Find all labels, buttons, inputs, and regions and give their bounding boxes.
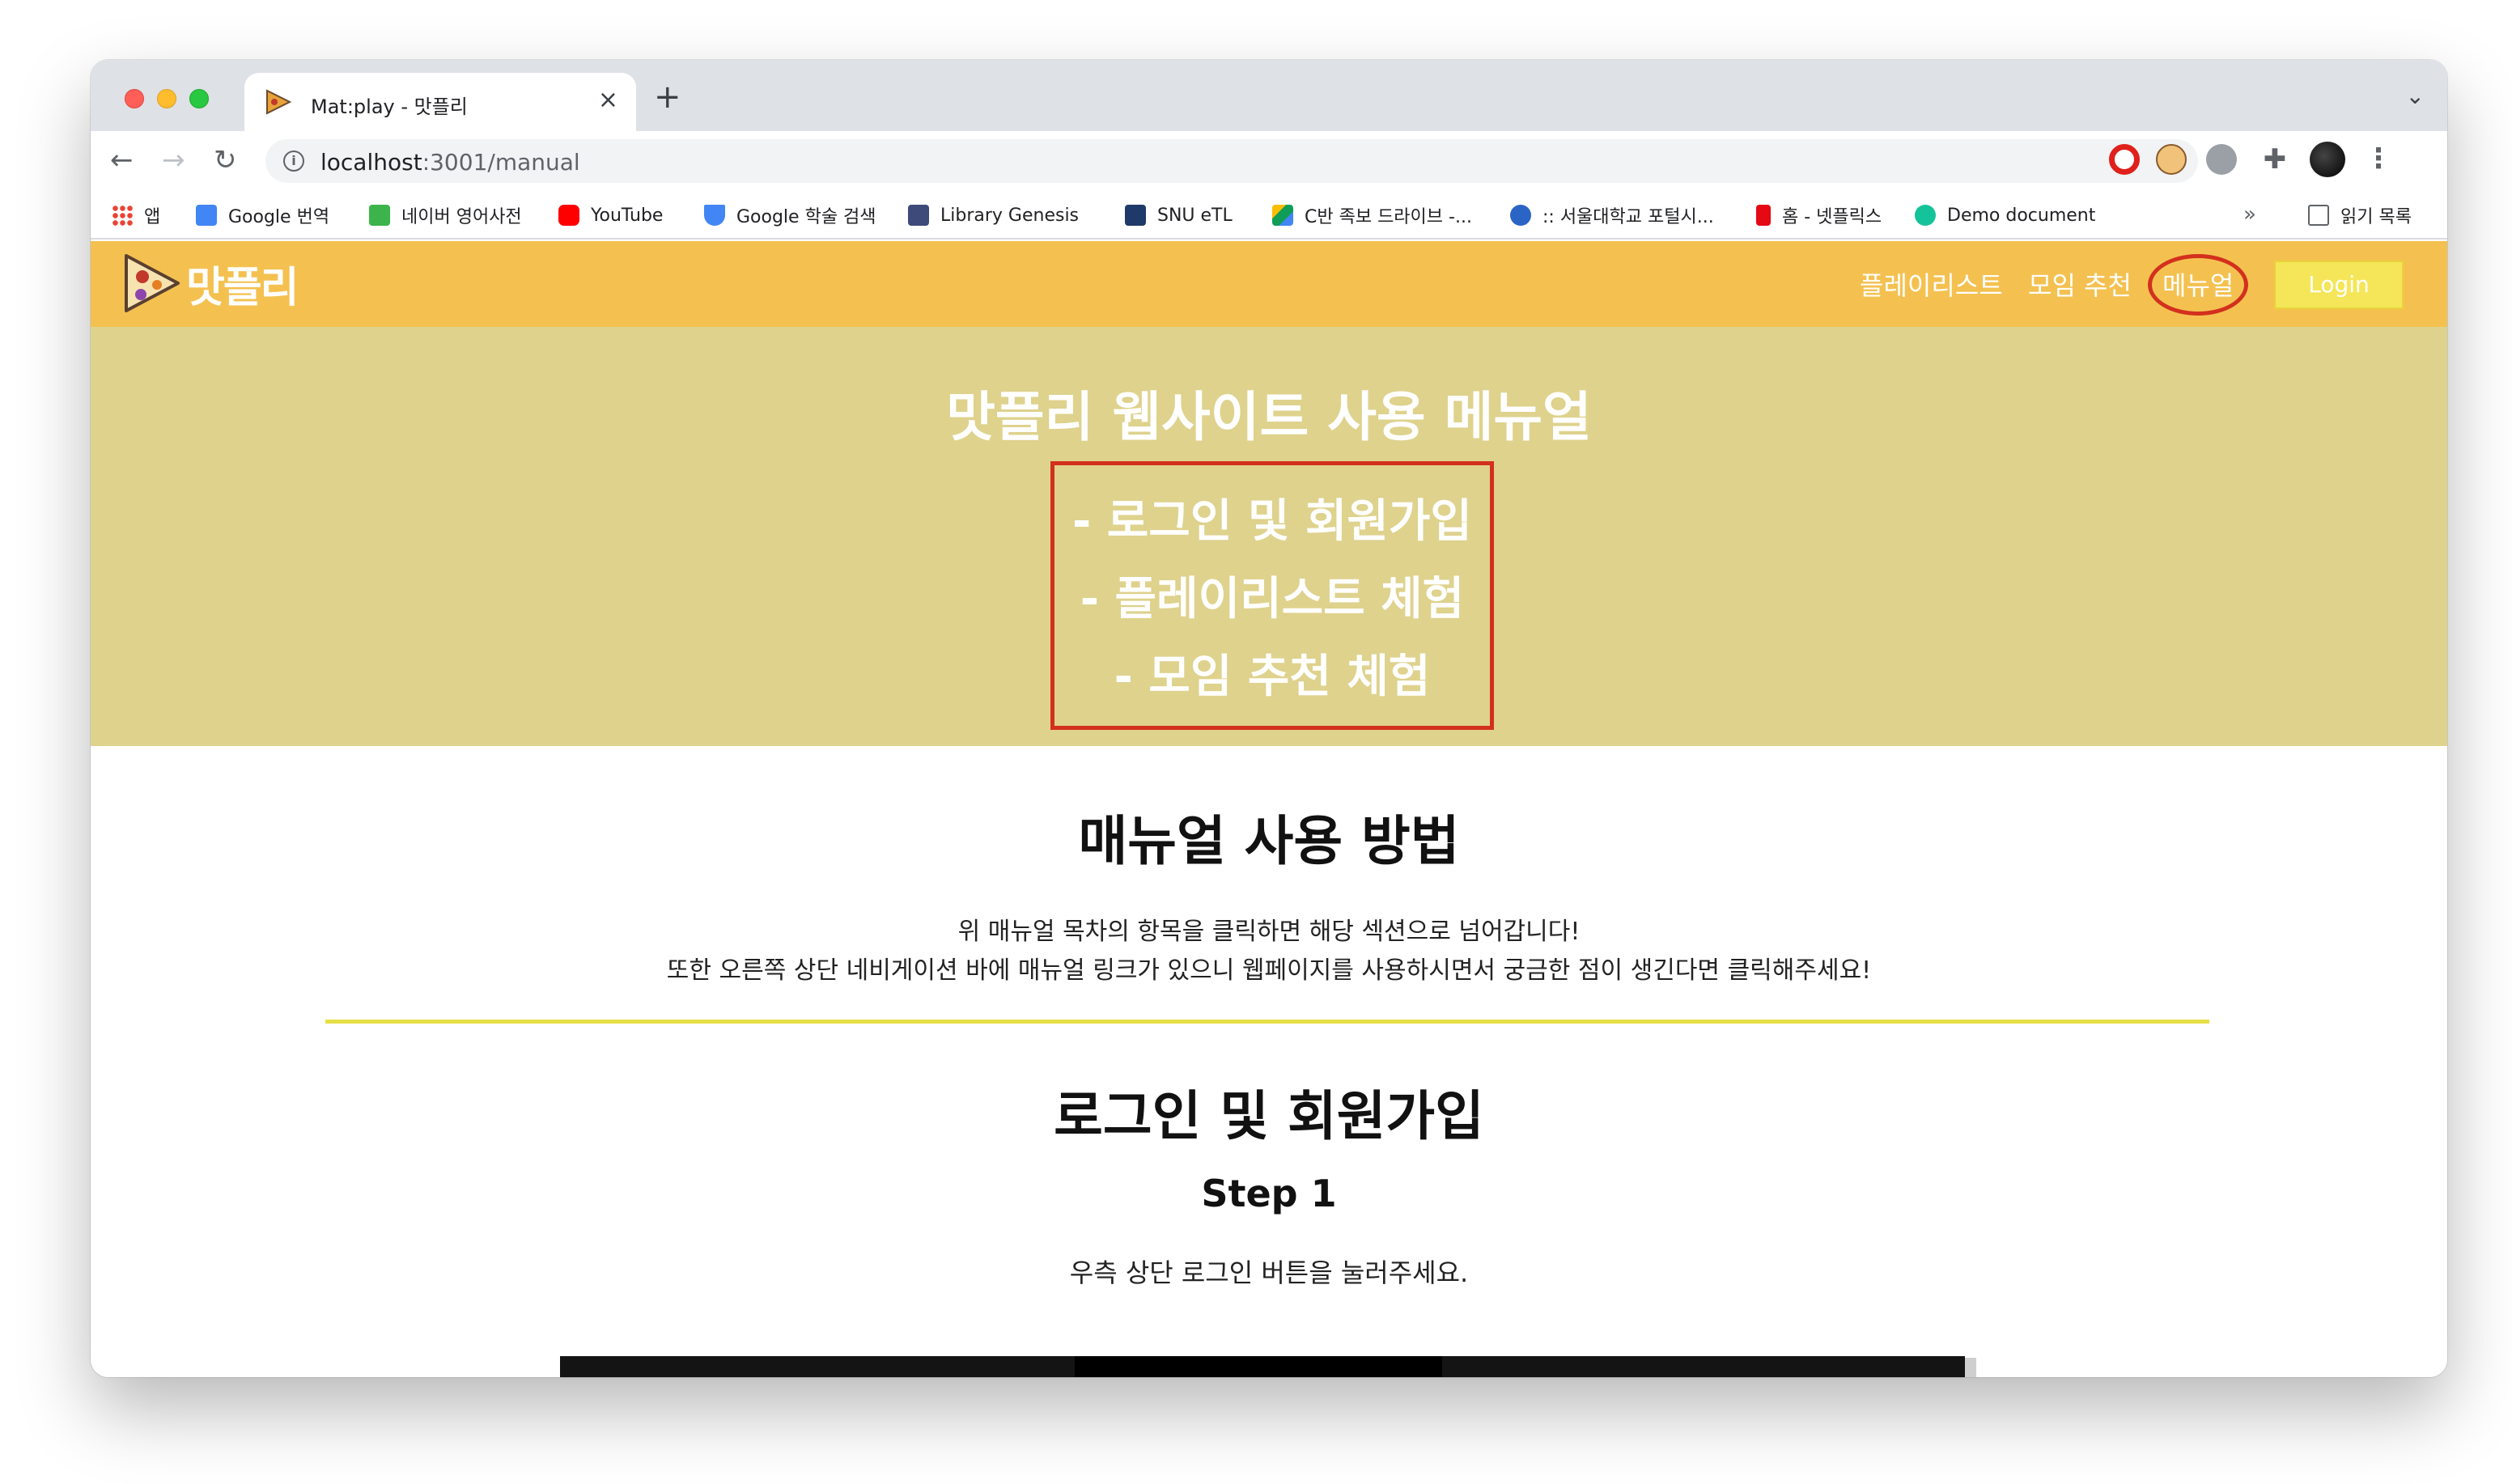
reading-list-label: 읽기 목록 xyxy=(2340,207,2412,227)
site-info-icon[interactable]: i xyxy=(283,151,304,172)
toc-link-login[interactable]: - 로그인 및 회원가입 xyxy=(1054,485,1490,550)
scrollbar-thumb[interactable] xyxy=(1965,1358,1976,1377)
nav-playlist-link[interactable]: 플레이리스트 xyxy=(1860,265,2003,303)
step-heading: Step 1 xyxy=(1201,1172,1337,1215)
apps-grid-icon xyxy=(112,205,133,226)
manual-hero: 맛플리 웹사이트 사용 메뉴얼 - 로그인 및 회원가입 - 플레이리스트 체험… xyxy=(91,327,2447,746)
bookmark-label: Demo document xyxy=(1947,205,2096,226)
section-divider xyxy=(325,1020,2209,1024)
bookmark-c-drive[interactable]: C반 족보 드라이브 -... xyxy=(1272,202,1472,228)
logo-text: 맛플리 xyxy=(186,263,299,312)
login-button[interactable]: Login xyxy=(2274,261,2404,309)
nav-meeting-link[interactable]: 모임 추천 xyxy=(2028,265,2132,303)
google-translate-icon xyxy=(196,205,217,226)
howto-heading: 매뉴얼 사용 방법 xyxy=(1078,810,1460,872)
profile-avatar[interactable] xyxy=(2310,142,2345,177)
url-host: localhost xyxy=(320,149,422,176)
bookmark-label: Library Genesis xyxy=(940,205,1080,226)
howto-text-line-1: 위 매뉴얼 목차의 항목을 클릭하면 해당 섹션으로 넘어갑니다! xyxy=(957,918,1581,946)
url-text[interactable]: localhost:3001/manual xyxy=(320,149,580,176)
bookmarks-more-icon[interactable]: » xyxy=(2243,202,2256,227)
bookmark-library-genesis[interactable]: Library Genesis xyxy=(908,202,1079,228)
login-section-heading: 로그인 및 회원가입 xyxy=(1054,1085,1484,1147)
tab-title: Mat:play - 맛플리 xyxy=(311,95,468,118)
tutorial-video[interactable] xyxy=(560,1356,1965,1377)
bookmark-label: 네이버 영어사전 xyxy=(401,207,522,227)
bookmark-label: C반 족보 드라이브 -... xyxy=(1305,207,1472,227)
bookmark-netflix[interactable]: 홈 - 넷플릭스 xyxy=(1756,202,1882,228)
step-description: 우측 상단 로그인 버튼을 눌러주세요. xyxy=(1069,1257,1469,1288)
bookmark-apps[interactable]: 앱 xyxy=(112,202,160,228)
netflix-icon xyxy=(1756,205,1771,226)
bookmark-google-scholar[interactable]: Google 학술 검색 xyxy=(704,202,876,228)
forward-icon[interactable]: → xyxy=(162,142,185,178)
bookmark-snu-etl[interactable]: SNU eTL xyxy=(1125,202,1233,228)
hero-title: 맛플리 웹사이트 사용 메뉴얼 xyxy=(946,386,1592,448)
bookmark-snu-portal[interactable]: :: 서울대학교 포털시... xyxy=(1510,202,1714,228)
bookmark-label: Google 번역 xyxy=(228,207,330,227)
close-window-button[interactable] xyxy=(125,89,144,108)
site-logo[interactable]: 맛플리 xyxy=(121,252,299,314)
bookmarks-bar: 앱 Google 번역 네이버 영어사전 YouTube Google 학술 검… xyxy=(91,191,2447,240)
tab-search-icon[interactable]: ⌄ xyxy=(2406,83,2425,109)
zoom-window-button[interactable] xyxy=(189,89,209,108)
more-menu-icon[interactable]: ⋮ xyxy=(2365,142,2392,175)
web-page: 맛플리 플레이리스트 모임 추천 메뉴얼 Login 맛플리 웹사이트 사용 메… xyxy=(91,241,2447,1377)
toc-link-playlist[interactable]: - 플레이리스트 체험 xyxy=(1054,562,1490,628)
bookmark-demo-document[interactable]: Demo document xyxy=(1915,202,2095,228)
libgen-icon xyxy=(908,205,929,226)
toc-highlight-box: - 로그인 및 회원가입 - 플레이리스트 체험 - 모임 추천 체험 xyxy=(1050,461,1494,730)
google-scholar-icon xyxy=(704,205,725,226)
bookmark-label: :: 서울대학교 포털시... xyxy=(1542,207,1714,227)
reading-list-button[interactable]: 읽기 목록 xyxy=(2308,202,2412,228)
toc-link-meeting[interactable]: - 모임 추천 체험 xyxy=(1054,640,1490,706)
bookmark-label: Google 학술 검색 xyxy=(736,207,876,227)
matply-favicon-icon xyxy=(266,89,292,115)
bookmark-google-translate[interactable]: Google 번역 xyxy=(196,202,329,228)
reload-icon[interactable]: ↻ xyxy=(214,142,237,178)
snu-etl-icon xyxy=(1125,205,1146,226)
reading-list-icon xyxy=(2308,205,2329,226)
new-tab-button[interactable]: + xyxy=(654,81,681,113)
bookmark-naver-dict[interactable]: 네이버 영어사전 xyxy=(369,202,522,228)
tab-strip: Mat:play - 맛플리 × + ⌄ xyxy=(91,60,2447,131)
naver-dict-icon xyxy=(369,205,390,226)
tab-close-icon[interactable]: × xyxy=(598,86,618,115)
url-path: :3001/manual xyxy=(422,149,580,176)
minimize-window-button[interactable] xyxy=(157,89,176,108)
snu-portal-icon xyxy=(1510,205,1531,226)
video-frame xyxy=(1075,1356,1442,1377)
opera-extension-icon[interactable] xyxy=(2109,144,2140,175)
bookmark-label: YouTube xyxy=(591,205,664,226)
youtube-icon xyxy=(558,205,579,226)
extension-face-icon[interactable] xyxy=(2156,144,2187,175)
back-icon[interactable]: ← xyxy=(110,142,134,178)
nav-manual-link[interactable]: 메뉴얼 xyxy=(2162,265,2234,303)
address-bar[interactable]: i localhost:3001/manual ⇪ ☆ xyxy=(265,139,2198,183)
grammarly-icon xyxy=(1915,205,1936,226)
logo-play-icon xyxy=(125,254,180,312)
browser-toolbar: ← → ↻ i localhost:3001/manual ⇪ ☆ ✚ ⋮ xyxy=(91,131,2447,191)
bookmark-label: 홈 - 넷플릭스 xyxy=(1782,207,1882,227)
bookmark-label: SNU eTL xyxy=(1157,205,1233,226)
google-drive-icon xyxy=(1272,205,1293,226)
howto-text-line-2: 또한 오른쪽 상단 네비게이션 바에 매뉴얼 링크가 있으니 웹페이지를 사용하… xyxy=(666,956,1872,985)
site-navbar: 맛플리 플레이리스트 모임 추천 메뉴얼 Login xyxy=(91,241,2447,327)
tab-active[interactable]: Mat:play - 맛플리 × xyxy=(244,73,636,131)
extension-gray-icon[interactable] xyxy=(2206,144,2237,175)
bookmark-youtube[interactable]: YouTube xyxy=(558,202,663,228)
browser-window: Mat:play - 맛플리 × + ⌄ ← → ↻ i localhost:3… xyxy=(91,60,2447,1377)
bookmark-label: 앱 xyxy=(144,207,161,227)
extensions-puzzle-icon[interactable]: ✚ xyxy=(2260,144,2290,175)
